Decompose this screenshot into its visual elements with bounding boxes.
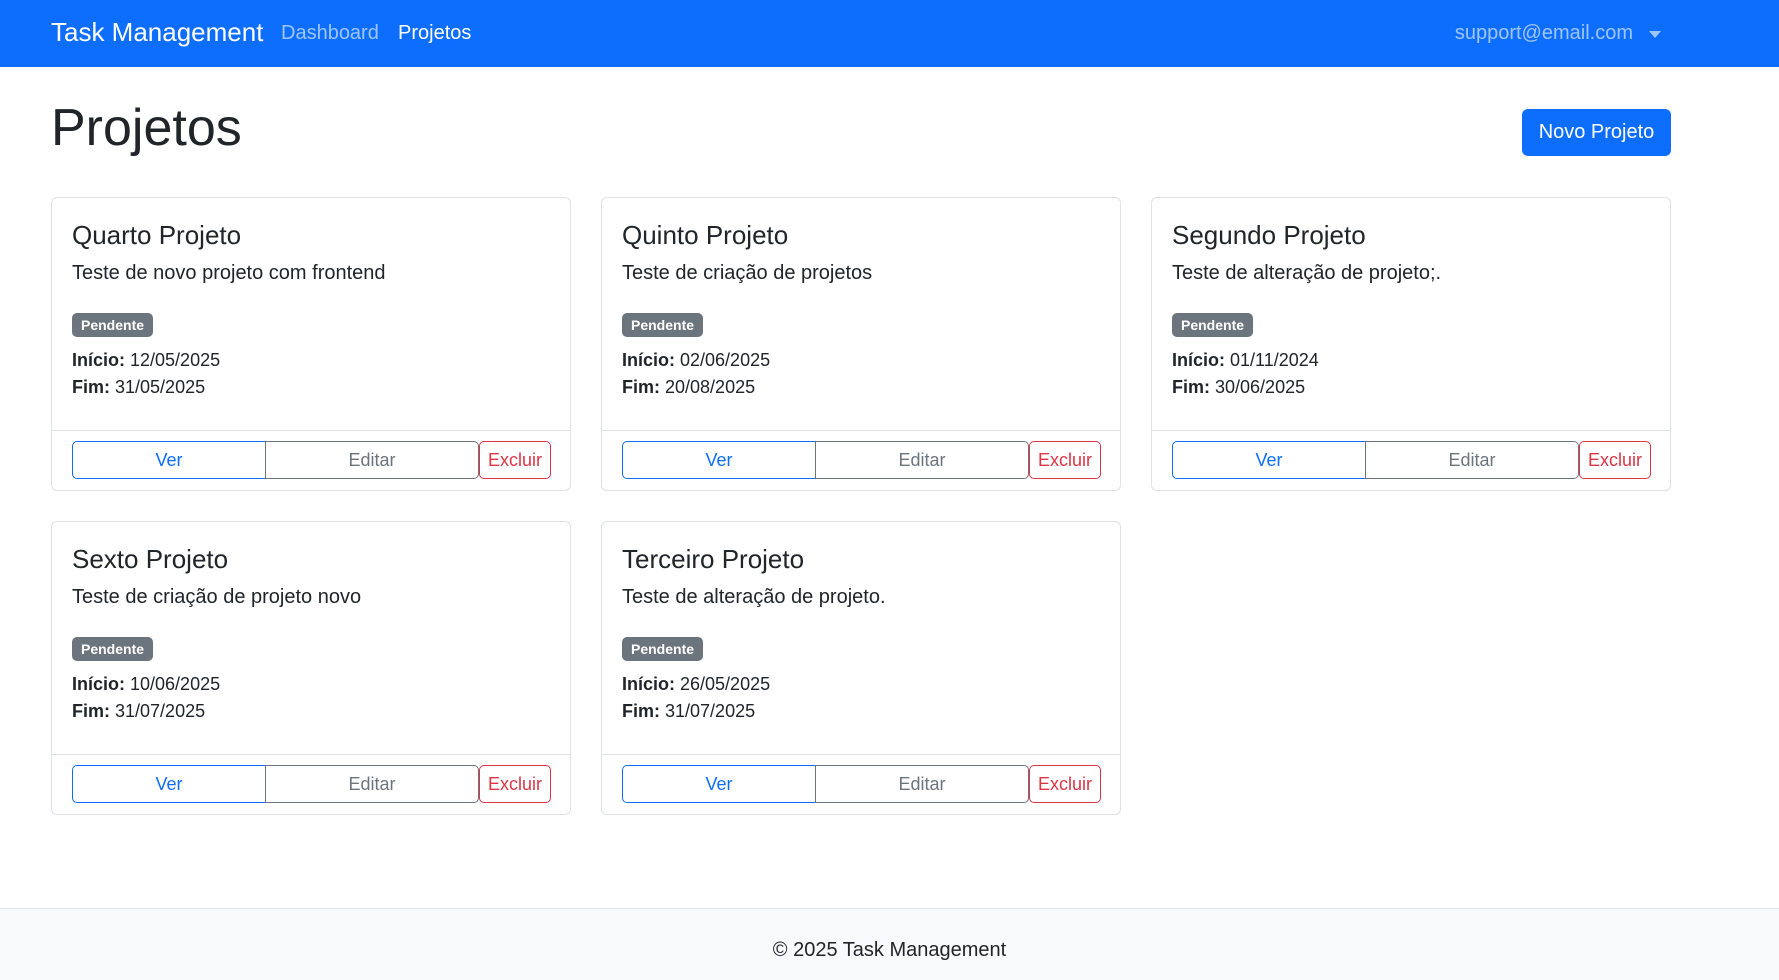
start-label: Início: <box>1172 350 1225 370</box>
user-dropdown[interactable]: support@email.com <box>1455 22 1661 45</box>
card-footer: Ver Editar Excluir <box>52 754 570 814</box>
start-label: Início: <box>72 674 125 694</box>
project-card: Terceiro Projeto Teste de alteração de p… <box>601 521 1121 815</box>
end-label: Fim: <box>622 701 660 721</box>
project-card: Segundo Projeto Teste de alteração de pr… <box>1151 197 1671 491</box>
brand-link[interactable]: Task Management <box>51 17 263 48</box>
card-body: Segundo Projeto Teste de alteração de pr… <box>1172 198 1650 430</box>
end-label: Fim: <box>72 701 110 721</box>
card-footer: Ver Editar Excluir <box>602 754 1120 814</box>
project-start-date: Início: 10/06/2025 <box>72 674 220 695</box>
start-label: Início: <box>622 350 675 370</box>
edit-button[interactable]: Editar <box>265 441 479 479</box>
user-email: support@email.com <box>1454 22 1633 44</box>
card-body: Terceiro Projeto Teste de alteração de p… <box>622 522 1100 754</box>
status-badge: Pendente <box>622 637 704 661</box>
card-body: Quinto Projeto Teste de criação de proje… <box>622 198 1100 430</box>
project-start-date: Início: 02/06/2025 <box>622 350 770 371</box>
project-description: Teste de alteração de projeto. <box>622 586 886 608</box>
project-end-date: Fim: 31/07/2025 <box>72 701 205 722</box>
project-title: Sexto Projeto <box>72 544 229 574</box>
project-start-date: Início: 01/11/2024 <box>1172 350 1319 371</box>
start-label: Início: <box>622 674 675 694</box>
view-button[interactable]: Ver <box>622 441 816 479</box>
edit-button[interactable]: Editar <box>265 765 479 803</box>
start-value: 01/11/2024 <box>1230 350 1319 370</box>
project-title: Terceiro Projeto <box>622 544 805 574</box>
status-badge: Pendente <box>72 313 154 337</box>
project-description: Teste de criação de projetos <box>622 262 873 284</box>
edit-button[interactable]: Editar <box>815 765 1029 803</box>
project-end-date: Fim: 30/06/2025 <box>1172 377 1305 398</box>
delete-button[interactable]: Excluir <box>479 765 551 803</box>
nav-link-dashboard[interactable]: Dashboard <box>281 22 379 45</box>
delete-button[interactable]: Excluir <box>1029 765 1101 803</box>
footer-copyright: © 2025 Task Management <box>772 939 1007 961</box>
end-value: 31/05/2025 <box>115 377 206 397</box>
card-footer: Ver Editar Excluir <box>602 430 1120 490</box>
end-value: 30/06/2025 <box>1215 377 1306 397</box>
card-footer: Ver Editar Excluir <box>52 430 570 490</box>
project-title: Quarto Projeto <box>72 220 242 250</box>
status-badge: Pendente <box>1172 313 1254 337</box>
start-label: Início: <box>72 350 125 370</box>
project-description: Teste de alteração de projeto;. <box>1172 262 1442 284</box>
card-footer: Ver Editar Excluir <box>1152 430 1670 490</box>
card-body: Sexto Projeto Teste de criação de projet… <box>72 522 550 754</box>
project-description: Teste de novo projeto com frontend <box>72 262 386 284</box>
project-title: Segundo Projeto <box>1172 220 1366 250</box>
project-description: Teste de criação de projeto novo <box>72 586 362 608</box>
edit-button[interactable]: Editar <box>1365 441 1579 479</box>
project-end-date: Fim: 31/07/2025 <box>622 701 755 722</box>
end-value: 31/07/2025 <box>115 701 206 721</box>
end-label: Fim: <box>1172 377 1210 397</box>
start-value: 26/05/2025 <box>680 674 771 694</box>
project-start-date: Início: 12/05/2025 <box>72 350 220 371</box>
status-badge: Pendente <box>622 313 704 337</box>
status-badge: Pendente <box>72 637 154 661</box>
chevron-down-icon <box>1649 31 1661 38</box>
new-project-button[interactable]: Novo Projeto <box>1522 109 1671 156</box>
view-button[interactable]: Ver <box>72 765 266 803</box>
nav-link-projetos[interactable]: Projetos <box>398 22 471 45</box>
end-value: 20/08/2025 <box>665 377 756 397</box>
start-value: 02/06/2025 <box>680 350 771 370</box>
card-body: Quarto Projeto Teste de novo projeto com… <box>72 198 550 430</box>
page-title: Projetos <box>51 99 242 157</box>
end-value: 31/07/2025 <box>665 701 756 721</box>
page-footer: © 2025 Task Management <box>0 908 1779 980</box>
project-card: Quarto Projeto Teste de novo projeto com… <box>51 197 571 491</box>
project-title: Quinto Projeto <box>622 220 789 250</box>
view-button[interactable]: Ver <box>1172 441 1366 479</box>
project-card: Sexto Projeto Teste de criação de projet… <box>51 521 571 815</box>
delete-button[interactable]: Excluir <box>1029 441 1101 479</box>
project-end-date: Fim: 31/05/2025 <box>72 377 205 398</box>
edit-button[interactable]: Editar <box>815 441 1029 479</box>
view-button[interactable]: Ver <box>72 441 266 479</box>
end-label: Fim: <box>622 377 660 397</box>
delete-button[interactable]: Excluir <box>479 441 551 479</box>
project-end-date: Fim: 20/08/2025 <box>622 377 755 398</box>
project-start-date: Início: 26/05/2025 <box>622 674 770 695</box>
navbar: Task Management Dashboard Projetos suppo… <box>0 0 1779 67</box>
project-card: Quinto Projeto Teste de criação de proje… <box>601 197 1121 491</box>
view-button[interactable]: Ver <box>622 765 816 803</box>
start-value: 12/05/2025 <box>130 350 221 370</box>
start-value: 10/06/2025 <box>130 674 221 694</box>
end-label: Fim: <box>72 377 110 397</box>
delete-button[interactable]: Excluir <box>1579 441 1651 479</box>
